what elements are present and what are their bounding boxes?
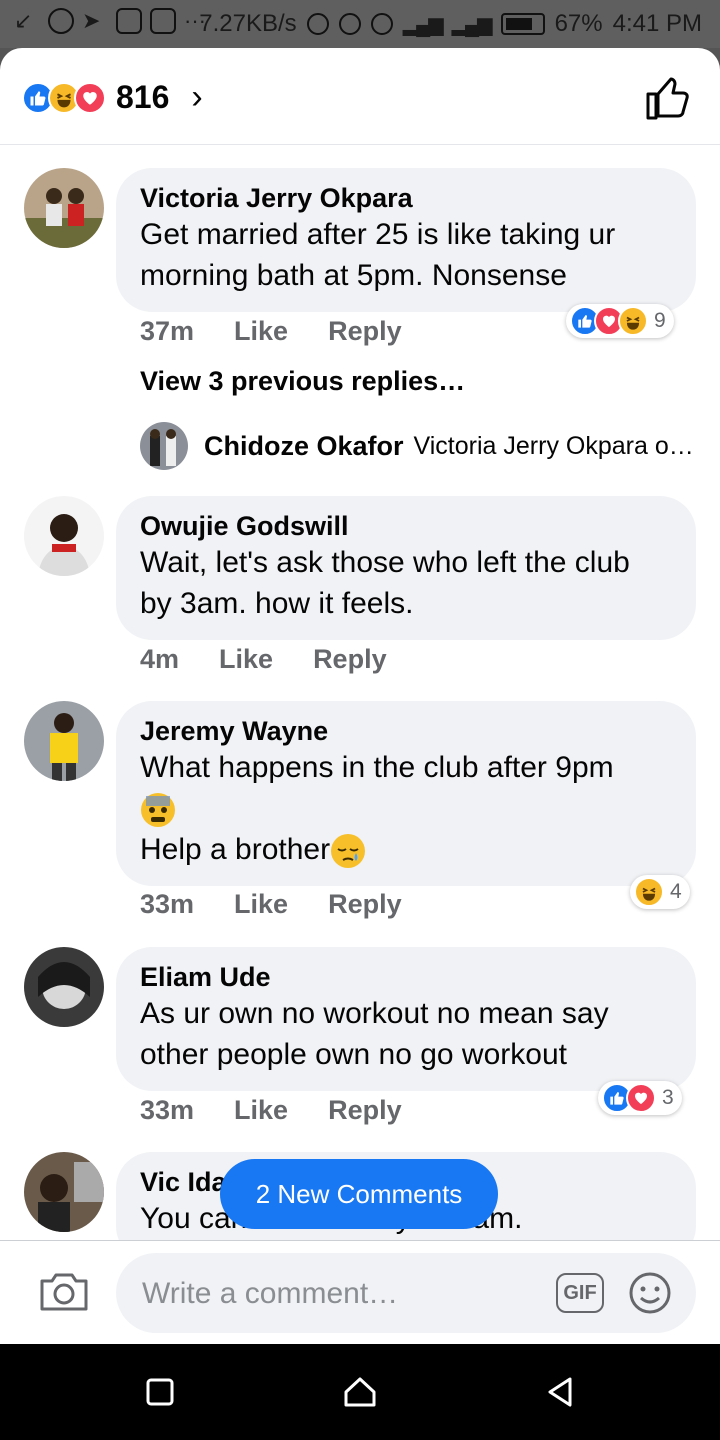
system-status: 7.27KB/s ▂▄▆ ▂▄▆ 67% 4:41 PM [199, 10, 702, 38]
comment-input[interactable] [140, 1253, 534, 1335]
comment-text-line: What happens in the club after 9pm [140, 751, 614, 784]
comment-text-line: Get married after 25 is like taking ur [140, 218, 616, 251]
comment-emoji-line [140, 788, 672, 829]
like-button[interactable]: Like [234, 316, 288, 347]
reply-button[interactable]: Reply [313, 644, 387, 675]
signal-icon: ▂▄▆ [402, 13, 444, 36]
recents-icon[interactable] [142, 1374, 178, 1410]
comment-actions: 33m Like Reply [140, 889, 402, 920]
reaction-count: 9 [654, 309, 666, 332]
avatar[interactable] [24, 496, 104, 576]
comment-text-line: morning bath at 5pm. Nonsense [140, 259, 567, 292]
network-speed: 7.27KB/s [199, 10, 297, 37]
like-post-icon[interactable] [644, 74, 692, 122]
comment-author[interactable]: Victoria Jerry Okpara [140, 182, 672, 214]
status-bar: ↙ ➤ ··· 7.27KB/s ▂▄▆ ▂▄▆ 67% 4:41 PM [0, 0, 720, 48]
comment-text-line: by 3am. how it feels. [140, 587, 414, 620]
comment-bubble[interactable]: Jeremy Wayne What happens in the club af… [116, 701, 696, 886]
like-button[interactable]: Like [219, 644, 273, 675]
comments-sheet: 816 › Victoria Jerry Okpara Get married … [0, 48, 720, 1344]
comment-bubble[interactable]: Victoria Jerry Okpara Get married after … [116, 168, 696, 312]
comment-bubble[interactable]: Owujie Godswill Wait, let's ask those wh… [116, 496, 696, 640]
notification-icons: ↙ ➤ ··· [14, 8, 206, 34]
photo-icon [150, 8, 176, 34]
comment-reactions[interactable]: 4 [630, 875, 690, 909]
whatsapp-icon [48, 8, 74, 34]
reply-button[interactable]: Reply [328, 1095, 402, 1126]
view-previous-replies-link[interactable]: View 3 previous replies… [140, 366, 465, 397]
reply-author[interactable]: Chidoze Okafor [204, 431, 404, 462]
love-icon [74, 81, 106, 114]
avatar[interactable] [24, 947, 104, 1027]
home-icon[interactable] [342, 1374, 378, 1410]
sleepy-face-icon [331, 834, 366, 869]
comment-time: 37m [140, 316, 195, 346]
reaction-count: 4 [670, 880, 682, 903]
reply-button[interactable]: Reply [328, 316, 402, 347]
avatar[interactable] [24, 1152, 104, 1232]
battery-percent: 67% [554, 10, 603, 37]
like-button[interactable]: Like [234, 1095, 288, 1126]
comment-actions: 4m Like Reply [140, 644, 387, 675]
telegram-icon: ➤ [82, 8, 101, 33]
data-saver-icon [306, 13, 329, 35]
alarm-icon [370, 13, 393, 35]
love-icon [626, 1083, 656, 1113]
reactions-summary[interactable]: 816 › [22, 78, 203, 117]
comment-bubble[interactable]: Eliam Ude As ur own no workout no mean s… [116, 947, 696, 1091]
back-icon[interactable] [542, 1374, 578, 1410]
comment-input-wrapper[interactable]: GIF [116, 1253, 696, 1335]
avatar[interactable] [24, 168, 104, 248]
signal-2-icon: ▂▄▆ [451, 13, 493, 36]
like-button[interactable]: Like [234, 889, 288, 920]
gif-button[interactable]: GIF [556, 1273, 604, 1313]
comment-text-line: Wait, let's ask those who left the club [140, 546, 630, 579]
reaction-count: 816 [116, 79, 170, 115]
comment-text: Help a brother [140, 833, 331, 866]
comment-time: 4m [140, 644, 180, 674]
comment-time: 33m [140, 1095, 195, 1125]
new-comments-button[interactable]: 2 New Comments [220, 1159, 498, 1229]
clock: 4:41 PM [612, 10, 702, 37]
avatar[interactable] [24, 701, 104, 781]
reply-button[interactable]: Reply [328, 889, 402, 920]
comment-actions: 33m Like Reply [140, 1095, 402, 1126]
comment-reactions[interactable]: 9 [566, 304, 674, 338]
reactions-header: 816 › [0, 48, 720, 145]
haha-icon [634, 877, 664, 907]
system-nav-bar [0, 1344, 720, 1440]
comment-text-line: other people own no go workout [140, 1038, 567, 1071]
comment-text-line: Help a brother [140, 829, 672, 870]
reply-preview[interactable]: Chidoze Okafor Victoria Jerry Okpara o… [140, 422, 694, 470]
camera-icon[interactable] [38, 1269, 90, 1313]
instagram-icon [116, 8, 142, 34]
comment-time: 33m [140, 889, 195, 919]
dnd-icon [338, 13, 361, 35]
anxious-face-icon [141, 793, 175, 828]
comment-author[interactable]: Jeremy Wayne [140, 715, 672, 747]
comment-composer: GIF [0, 1240, 720, 1344]
smiley-icon[interactable] [628, 1271, 672, 1315]
comment-reactions[interactable]: 3 [598, 1081, 682, 1115]
missed-call-icon: ↙ [14, 8, 33, 33]
comment-actions: 37m Like Reply [140, 316, 402, 347]
comment-author[interactable]: Eliam Ude [140, 961, 672, 993]
avatar[interactable] [140, 422, 188, 470]
haha-icon [618, 306, 648, 336]
chevron-right-icon[interactable]: › [191, 78, 202, 117]
battery-icon [500, 13, 545, 35]
reply-text: Victoria Jerry Okpara o… [413, 431, 694, 460]
comment-author[interactable]: Owujie Godswill [140, 510, 672, 542]
reaction-count: 3 [662, 1086, 674, 1109]
comment-text-line: As ur own no workout no mean say [140, 997, 609, 1030]
